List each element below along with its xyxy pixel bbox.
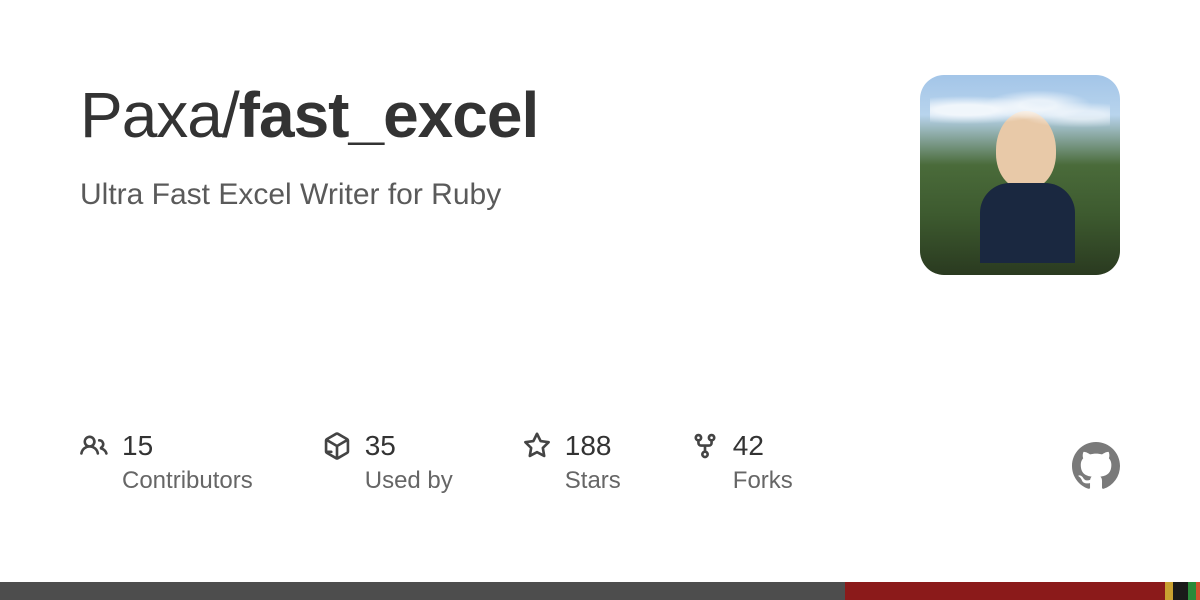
fork-icon — [691, 432, 719, 465]
stat-value: 35 — [365, 429, 453, 463]
stat-forks[interactable]: 42 Forks — [691, 429, 793, 495]
stat-value: 188 — [565, 429, 621, 463]
people-icon — [80, 432, 108, 465]
stat-contributors[interactable]: 15 Contributors — [80, 429, 253, 495]
language-bar — [0, 582, 1200, 600]
stat-label: Contributors — [122, 467, 253, 495]
lang-segment — [1173, 582, 1188, 600]
stat-usedby[interactable]: 35 Used by — [323, 429, 453, 495]
stat-stars[interactable]: 188 Stars — [523, 429, 621, 495]
repo-owner[interactable]: Paxa — [80, 79, 222, 151]
package-dependents-icon — [323, 432, 351, 465]
stat-value: 15 — [122, 429, 253, 463]
stat-label: Used by — [365, 467, 453, 495]
stat-value: 42 — [733, 429, 793, 463]
lang-segment — [1165, 582, 1173, 600]
lang-segment — [0, 582, 845, 600]
repo-description: Ultra Fast Excel Writer for Ruby — [80, 178, 920, 212]
star-icon — [523, 432, 551, 465]
lang-segment — [845, 582, 1165, 600]
github-logo-icon[interactable] — [1072, 442, 1120, 495]
lang-segment — [1196, 582, 1200, 600]
owner-avatar[interactable] — [920, 75, 1120, 275]
lang-segment — [1188, 582, 1196, 600]
repo-title[interactable]: Paxa/fast_excel — [80, 80, 920, 150]
stat-label: Forks — [733, 467, 793, 495]
stat-label: Stars — [565, 467, 621, 495]
stats-row: 15 Contributors 35 Used by 188 Stars — [80, 429, 793, 495]
title-block: Paxa/fast_excel Ultra Fast Excel Writer … — [80, 80, 920, 212]
repo-name[interactable]: fast_excel — [239, 79, 539, 151]
